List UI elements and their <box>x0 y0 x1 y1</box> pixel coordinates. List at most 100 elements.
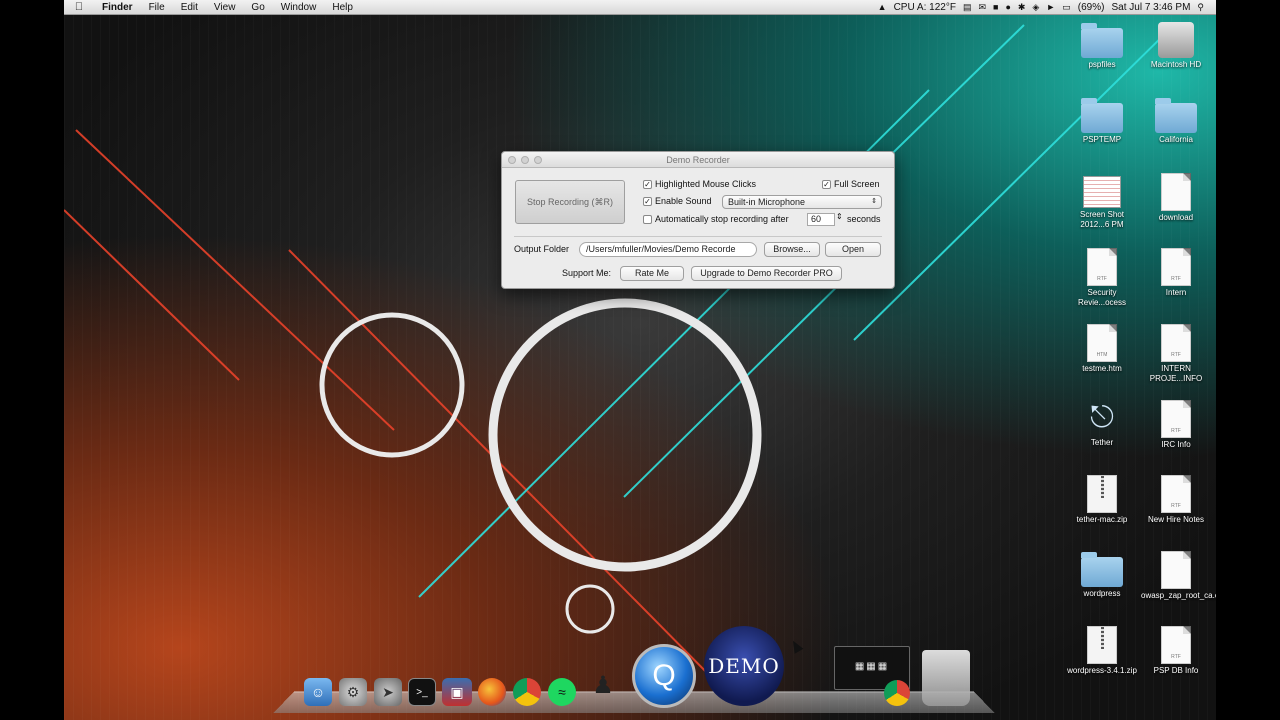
desktop-icon-new-hire-notes[interactable]: RTF New Hire Notes <box>1141 475 1211 525</box>
open-button[interactable]: Open <box>825 242 881 257</box>
desktop-icon-download[interactable]: download <box>1141 173 1211 223</box>
battery-icon[interactable]: ▭ <box>1062 2 1071 13</box>
screenshot-icon <box>1083 176 1121 208</box>
seconds-label: seconds <box>847 214 881 224</box>
enable-sound-checkbox[interactable]: ✓ Enable Sound <box>643 196 712 206</box>
warning-icon[interactable]: ▲ <box>878 2 887 12</box>
apple-menu-icon[interactable]:  <box>64 1 94 13</box>
spy-agent-dock-icon[interactable]: ♟ <box>590 672 616 706</box>
bluetooth-icon[interactable]: ✱ <box>1018 2 1026 13</box>
remote-desktop-dock-icon[interactable]: ▣ <box>442 678 472 706</box>
hard-drive-icon <box>1158 22 1194 58</box>
desktop-icon-pspfiles[interactable]: pspfiles <box>1067 22 1137 70</box>
auto-stop-label: Automatically stop recording after <box>655 214 789 224</box>
browse-button[interactable]: Browse... <box>764 242 820 257</box>
menu-view[interactable]: View <box>206 2 244 13</box>
menu-edit[interactable]: Edit <box>173 2 206 13</box>
rate-me-button[interactable]: Rate Me <box>620 266 684 281</box>
highlight-clicks-label: Highlighted Mouse Clicks <box>655 179 757 189</box>
menu-help[interactable]: Help <box>324 2 361 13</box>
rtf-document-icon: RTF <box>1161 324 1191 362</box>
stepper-icon[interactable]: ⇕ <box>836 212 843 221</box>
highlight-clicks-checkbox[interactable]: ✓ Highlighted Mouse Clicks <box>643 179 756 189</box>
terminal-dock-icon[interactable]: >_ <box>408 678 436 706</box>
mail-icon[interactable]: ✉ <box>978 2 986 13</box>
chat-icon[interactable]: ● <box>1005 2 1010 12</box>
folder-icon <box>1081 23 1123 58</box>
auto-stop-checkbox[interactable]: Automatically stop recording after <box>643 214 789 224</box>
minimize-window-icon[interactable] <box>521 156 529 164</box>
folder-icon <box>1081 552 1123 587</box>
auto-stop-seconds-input[interactable]: 60 <box>807 213 835 226</box>
document-icon <box>1161 173 1191 211</box>
menu-window[interactable]: Window <box>273 2 325 13</box>
system-preferences-dock-icon[interactable]: ⚙ <box>339 678 367 706</box>
quicktime-dock-icon[interactable]: Q <box>632 644 696 708</box>
desktop-icon-tether-zip[interactable]: tether-mac.zip <box>1067 475 1137 525</box>
spotlight-search-icon[interactable]: ⚲ <box>1197 2 1204 13</box>
firefox-dock-icon[interactable] <box>478 678 506 706</box>
finder-dock-icon[interactable]: ☺ <box>304 678 332 706</box>
menu-finder[interactable]: Finder <box>94 2 141 13</box>
chrome-minimized-dock-icon[interactable] <box>884 680 910 706</box>
desktop-icon-label: IRC Info <box>1161 440 1191 449</box>
usb-icon: ⎋ <box>1090 401 1114 434</box>
certificate-document-icon <box>1161 551 1191 589</box>
desktop-icon-label: INTERN PROJE...INFO <box>1149 364 1203 383</box>
clock[interactable]: Sat Jul 7 3:46 PM <box>1111 2 1190 13</box>
desktop-icon-wordpress-zip[interactable]: wordpress-3.4.1.zip <box>1067 626 1137 676</box>
desktop-icon-label: download <box>1158 213 1194 222</box>
desktop-icon-label: PSPTEMP <box>1082 135 1122 144</box>
desktop:  Finder File Edit View Go Window Help ▲… <box>64 0 1216 720</box>
display-icon[interactable]: ▤ <box>963 2 972 13</box>
desktop-icon-label: Screen Shot 2012...6 PM <box>1079 210 1125 229</box>
trash-dock-icon[interactable] <box>922 650 970 706</box>
menu-bar:  Finder File Edit View Go Window Help ▲… <box>64 0 1216 15</box>
wifi-icon[interactable]: ◈ <box>1032 2 1039 13</box>
demo-recorder-dock-icon[interactable]: DEMO <box>704 626 784 706</box>
battery-percent[interactable]: (69%) <box>1078 2 1105 13</box>
launchpad-dock-icon[interactable]: ➤ <box>374 678 402 706</box>
rtf-document-icon: RTF <box>1161 475 1191 513</box>
desktop-icon-wordpress[interactable]: wordpress <box>1067 551 1137 599</box>
desktop-icon-macintosh-hd[interactable]: Macintosh HD <box>1141 22 1211 70</box>
output-folder-input[interactable]: /Users/mfuller/Movies/Demo Recorde <box>579 242 757 257</box>
desktop-icon-testme[interactable]: HTM testme.htm <box>1067 324 1137 374</box>
cpu-temp[interactable]: CPU A: 122°F <box>894 2 956 13</box>
chrome-dock-icon[interactable] <box>513 678 541 706</box>
volume-icon[interactable]: ► <box>1046 2 1055 12</box>
menu-go[interactable]: Go <box>243 2 272 13</box>
wallpaper-red-line <box>75 129 395 431</box>
window-titlebar[interactable]: Demo Recorder <box>502 152 894 168</box>
desktop-icon-tether[interactable]: ⎋ Tether <box>1067 400 1137 448</box>
stop-recording-button[interactable]: Stop Recording (⌘R) <box>515 180 625 224</box>
full-screen-label: Full Screen <box>834 179 880 189</box>
desktop-icon-intern-project[interactable]: RTF INTERN PROJE...INFO <box>1141 324 1211 384</box>
demo-dock-label: DEMO <box>708 654 780 678</box>
microphone-select[interactable]: Built-in Microphone ⇕ <box>722 195 882 209</box>
upgrade-button[interactable]: Upgrade to Demo Recorder PRO <box>691 266 842 281</box>
rtf-document-icon: RTF <box>1161 400 1191 438</box>
zoom-window-icon[interactable] <box>534 156 542 164</box>
desktop-icon-california[interactable]: California <box>1141 97 1211 145</box>
menu-file[interactable]: File <box>141 2 173 13</box>
desktop-icon-screenshot[interactable]: Screen Shot 2012...6 PM <box>1067 176 1137 230</box>
support-label: Support Me: <box>562 268 612 278</box>
zip-archive-icon <box>1087 626 1117 664</box>
desktop-icon-irc-info[interactable]: RTF IRC Info <box>1141 400 1211 450</box>
full-screen-checkbox[interactable]: ✓ Full Screen <box>822 179 880 189</box>
spotify-dock-icon[interactable]: ≈ <box>548 678 576 706</box>
close-window-icon[interactable] <box>508 156 516 164</box>
desktop-icon-psptemp[interactable]: PSPTEMP <box>1067 97 1137 145</box>
desktop-icon-label: Intern <box>1165 288 1187 297</box>
microphone-select-value: Built-in Microphone <box>728 197 806 207</box>
record-icon[interactable]: ■ <box>993 2 998 12</box>
desktop-icon-owasp-cert[interactable]: owasp_zap_root_ca.cer <box>1141 551 1216 601</box>
desktop-icon-security-review[interactable]: RTF Security Revie...ocess <box>1067 248 1137 308</box>
output-folder-label: Output Folder <box>514 244 570 254</box>
zip-archive-icon <box>1087 475 1117 513</box>
wallpaper-red-line <box>64 209 240 381</box>
desktop-icon-psp-db-info[interactable]: RTF PSP DB Info <box>1141 626 1211 676</box>
desktop-icon-intern[interactable]: RTF Intern <box>1141 248 1211 298</box>
status-area: ▲ CPU A: 122°F ▤ ✉ ■ ● ✱ ◈ ► ▭ (69%) Sat… <box>878 2 1216 13</box>
